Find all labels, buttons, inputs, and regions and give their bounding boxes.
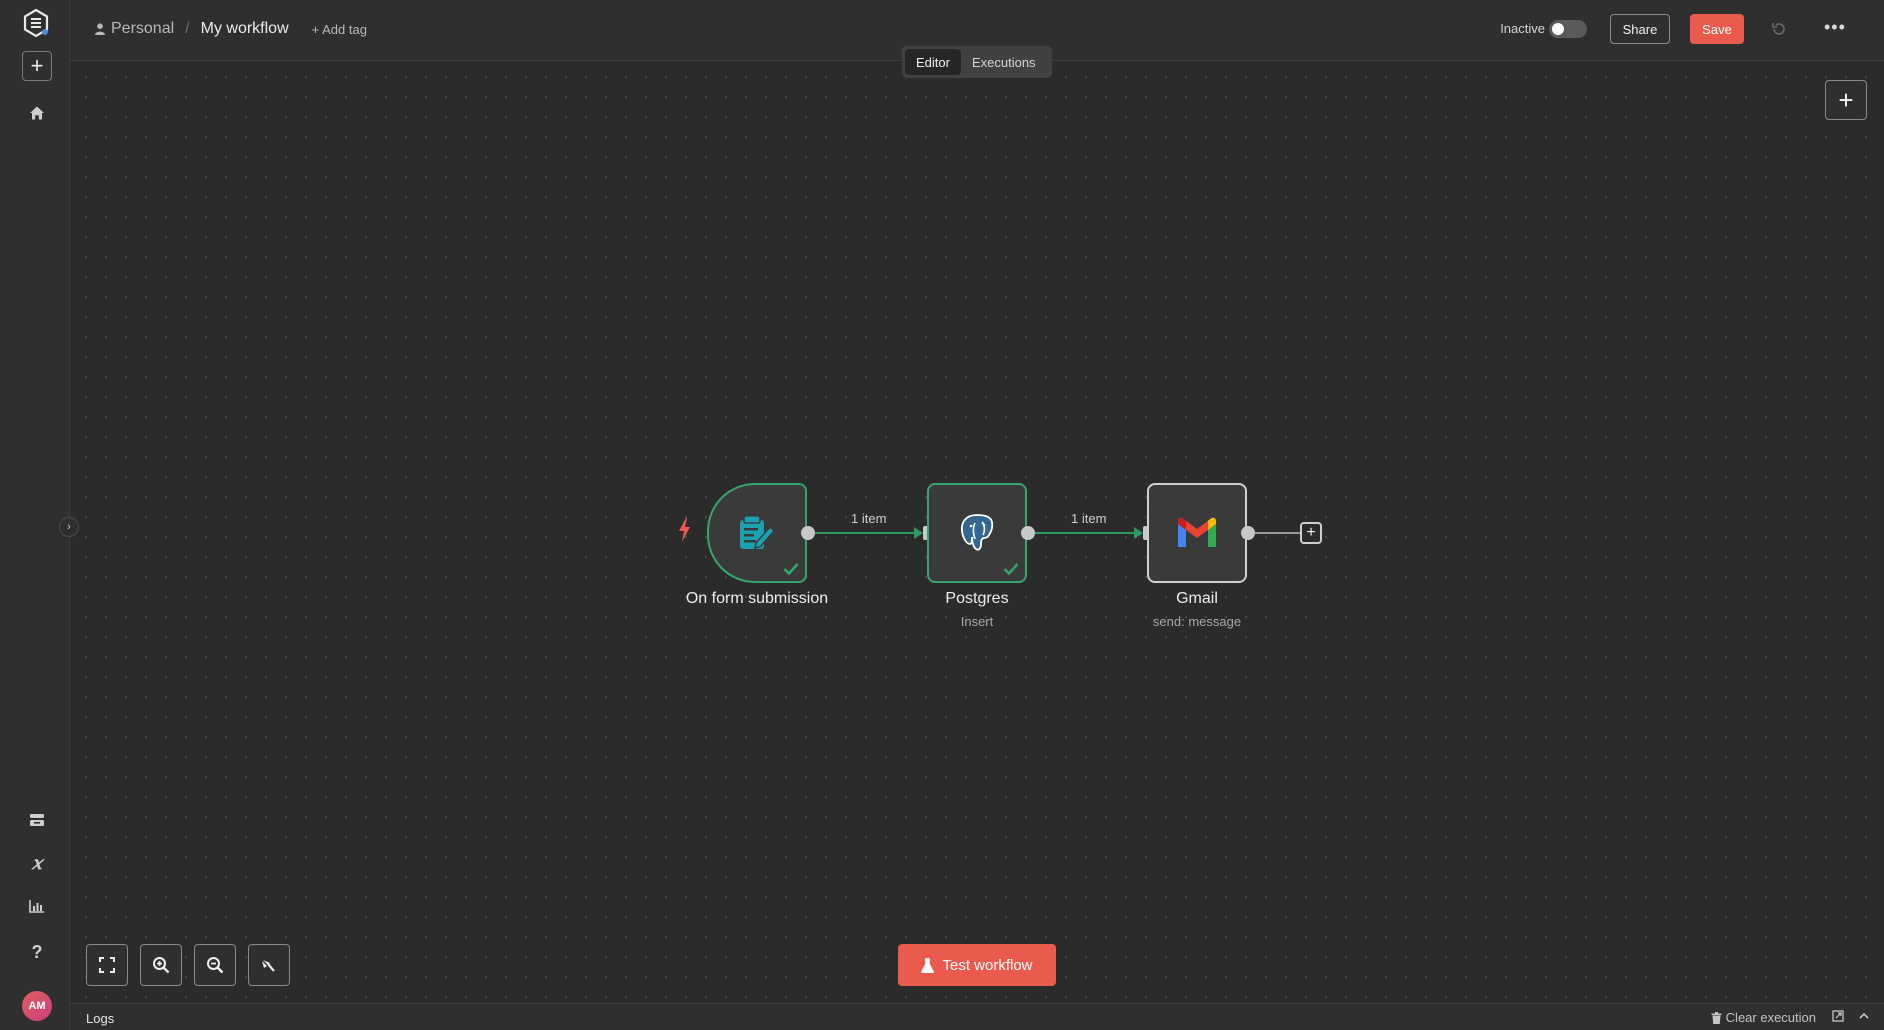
home-icon	[30, 106, 44, 120]
add-tag-link[interactable]: + Add tag	[312, 22, 367, 37]
pop-out-icon[interactable]	[1832, 1010, 1844, 1022]
left-sidebar: + 𝑥 ? AM	[0, 0, 70, 1030]
node-form-trigger[interactable]	[707, 483, 807, 583]
app-root: + 𝑥 ? AM › Personal / My workflow + Add …	[0, 0, 1884, 1030]
logs-panel-actions	[1832, 1010, 1870, 1022]
test-workflow-label: Test workflow	[942, 956, 1033, 974]
plus-icon: +	[30, 53, 44, 78]
tab-editor[interactable]: Editor	[905, 49, 961, 75]
connection-item-count: 1 item	[1071, 511, 1107, 526]
chevron-right-icon: ›	[67, 521, 71, 533]
save-button[interactable]: Save	[1690, 14, 1744, 44]
help-icon: ?	[31, 941, 43, 962]
output-handle[interactable]	[1021, 526, 1035, 540]
share-button[interactable]: Share	[1610, 14, 1670, 44]
output-handle[interactable]	[1241, 526, 1255, 540]
help-button[interactable]: ?	[22, 937, 52, 967]
tidy-up-button[interactable]	[248, 944, 290, 986]
success-check-icon	[783, 563, 799, 576]
test-workflow-button[interactable]: Test workflow	[898, 944, 1056, 986]
node-postgres[interactable]	[927, 483, 1027, 583]
logs-title: Logs	[86, 1011, 115, 1026]
output-handle[interactable]	[801, 526, 815, 540]
add-node-button[interactable]: +	[1825, 80, 1867, 120]
clear-execution-label: Clear execution	[1725, 1010, 1816, 1025]
insights-button[interactable]	[22, 891, 52, 921]
variables-button[interactable]: 𝑥	[22, 848, 52, 878]
workflow-name[interactable]: My workflow	[201, 20, 289, 38]
add-next-node-button[interactable]: +	[1300, 522, 1322, 544]
connection-line[interactable]	[815, 532, 916, 534]
app-logo[interactable]	[21, 8, 51, 38]
zoom-out-button[interactable]	[194, 944, 236, 986]
node-subtitle: send: message	[1152, 614, 1242, 629]
zoom-in-button[interactable]	[140, 944, 182, 986]
user-icon	[95, 23, 105, 35]
templates-icon	[30, 814, 44, 826]
chevron-up-icon[interactable]	[1858, 1010, 1870, 1022]
trigger-bolt-icon	[679, 518, 690, 542]
active-status-label: Inactive	[1500, 21, 1545, 36]
workflow-canvas[interactable]: + On form submission 1 item Postgres Ins…	[70, 61, 1884, 1003]
success-check-icon	[1003, 563, 1019, 576]
project-name: Personal	[111, 20, 175, 37]
connection-line[interactable]	[1035, 532, 1136, 534]
node-subtitle: Insert	[960, 614, 994, 629]
more-options-icon[interactable]: •••	[1824, 18, 1845, 38]
breadcrumb: Personal / My workflow + Add tag	[95, 20, 367, 38]
node-label: Gmail	[1176, 590, 1218, 607]
node-label: On form submission	[685, 590, 829, 607]
insights-icon	[29, 900, 44, 913]
project-link[interactable]: Personal	[95, 20, 174, 38]
editor-executions-switch: Editor Executions	[902, 46, 1052, 78]
tab-executions[interactable]: Executions	[961, 49, 1047, 75]
sidebar-expand-button[interactable]: ›	[59, 517, 79, 537]
fit-view-button[interactable]	[86, 944, 128, 986]
breadcrumb-separator: /	[185, 20, 190, 37]
create-button[interactable]: +	[22, 51, 52, 81]
user-avatar[interactable]: AM	[22, 991, 52, 1021]
trash-icon	[1711, 1011, 1722, 1024]
fit-view-icon	[99, 957, 115, 973]
node-gmail[interactable]	[1147, 483, 1247, 583]
connection-item-count: 1 item	[851, 511, 887, 526]
postgres-icon	[960, 514, 994, 551]
toggle-knob	[1552, 23, 1564, 35]
empty-connection-line	[1255, 532, 1300, 534]
active-toggle[interactable]	[1549, 20, 1587, 38]
zoom-out-icon	[207, 957, 224, 974]
broom-icon	[262, 960, 275, 972]
templates-button[interactable]	[22, 805, 52, 835]
form-icon	[740, 515, 776, 549]
home-button[interactable]	[22, 98, 52, 128]
connection-arrow	[1134, 527, 1143, 539]
connection-arrow	[914, 527, 923, 539]
flask-icon	[921, 957, 935, 973]
node-label: Postgres	[945, 590, 1009, 607]
gmail-icon	[1178, 517, 1216, 547]
zoom-in-icon	[153, 957, 170, 974]
clear-execution-button[interactable]: Clear execution	[1711, 1010, 1816, 1025]
logs-panel-bar[interactable]: Logs Clear execution	[70, 1003, 1884, 1030]
variables-icon: 𝑥	[31, 852, 43, 874]
history-icon[interactable]	[1770, 20, 1788, 38]
